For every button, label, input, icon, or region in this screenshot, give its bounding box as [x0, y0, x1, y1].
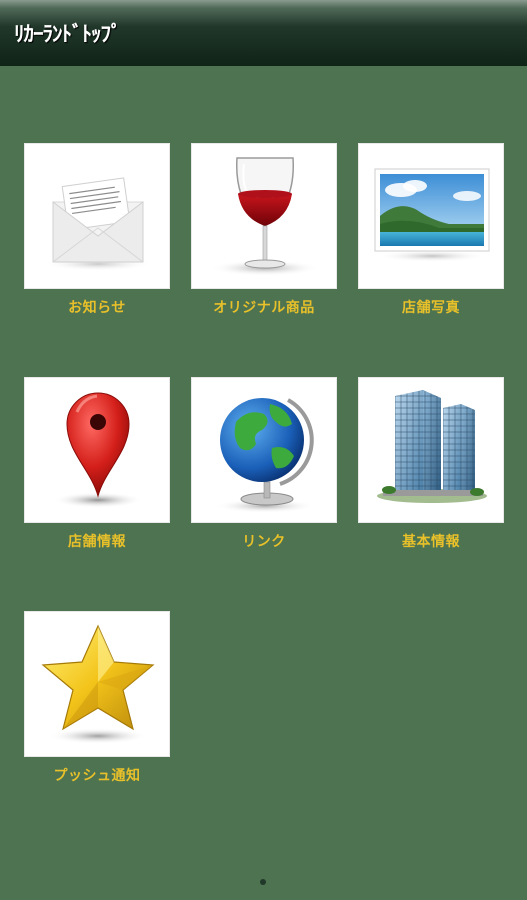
tile-label: リンク: [242, 534, 286, 550]
menu-grid: お知らせ オリジナル商品 店舗写真 店舗情報 リンク 基本情報 プッシュ通知: [0, 0, 527, 900]
envelope-icon: [43, 177, 153, 271]
tile-label: オリジナル商品: [213, 300, 315, 316]
menu-tile-original-products[interactable]: オリジナル商品: [191, 143, 339, 317]
tile-label: プッシュ通知: [53, 768, 141, 784]
menu-tile-basic-info[interactable]: 基本情報: [358, 377, 506, 551]
menu-tile-store-info[interactable]: 店舗情報: [24, 377, 172, 551]
landscape-photo-icon: [374, 168, 490, 262]
tile-card: [24, 611, 170, 757]
tile-card: [24, 143, 170, 289]
tile-card: [191, 377, 337, 523]
tile-card: [358, 143, 504, 289]
tile-card: [358, 377, 504, 523]
menu-tile-store-photos[interactable]: 店舗写真: [358, 143, 506, 317]
tile-label: 基本情報: [402, 534, 460, 550]
tile-label: 店舗写真: [402, 300, 460, 316]
star-icon: [41, 624, 155, 744]
wine-glass-icon: [210, 157, 320, 276]
map-pin-icon: [53, 392, 143, 508]
menu-tile-news[interactable]: お知らせ: [24, 143, 172, 317]
menu-tile-links[interactable]: リンク: [191, 377, 339, 551]
tile-card: [24, 377, 170, 523]
menu-tile-push-notifications[interactable]: プッシュ通知: [24, 611, 172, 785]
tile-label: お知らせ: [68, 300, 126, 316]
tile-card: [191, 143, 337, 289]
tile-label: 店舗情報: [68, 534, 126, 550]
building-icon: [377, 390, 487, 503]
globe-icon: [215, 398, 315, 513]
page-indicator: [260, 879, 266, 885]
